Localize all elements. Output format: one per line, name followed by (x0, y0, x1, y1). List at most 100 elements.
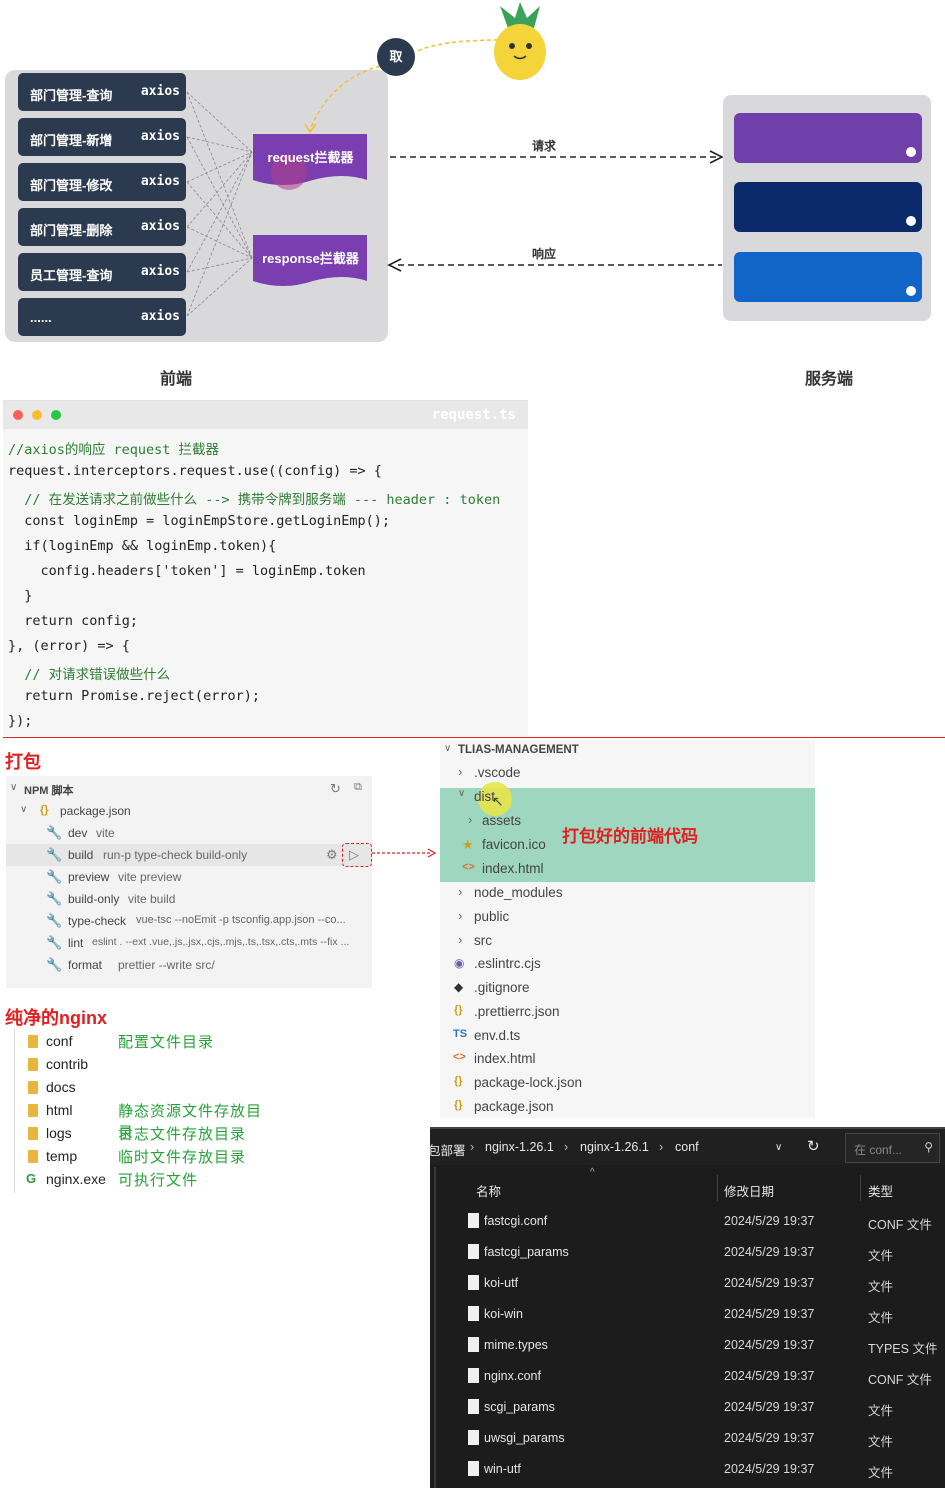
code-line: return Promise.reject(error); (8, 688, 260, 704)
folder-icon (28, 1104, 38, 1117)
file-icon (468, 1461, 479, 1476)
file-row[interactable]: fastcgi_params 2024/5/29 19:37 文件 (430, 1237, 945, 1268)
code-titlebar: request.ts (3, 401, 528, 429)
wrench-icon: 🔧 (46, 913, 63, 928)
tree-item[interactable]: › src (440, 929, 815, 953)
nginx-item[interactable]: temp 临时文件存放目录 (14, 1145, 276, 1167)
frontend-caption: 前端 (160, 371, 193, 388)
tree-item[interactable]: ◆ .gitignore (440, 976, 815, 1000)
npm-script-row[interactable]: 🔧 build-only vite build (6, 888, 372, 910)
code-line: return config; (8, 613, 139, 629)
npm-package-row[interactable]: ∨ {} package.json (6, 800, 372, 822)
nginx-item[interactable]: contrib (14, 1053, 276, 1075)
tree-item[interactable]: {} .prettierrc.json (440, 1000, 815, 1024)
nginx-item[interactable]: docs (14, 1076, 276, 1098)
npm-script-row[interactable]: 🔧 preview vite preview (6, 866, 372, 888)
code-line: //axios的响应 request 拦截器 (8, 442, 220, 458)
wrench-icon: 🔧 (46, 847, 63, 862)
file-row[interactable]: nginx.conf 2024/5/29 19:37 CONF 文件 (430, 1361, 945, 1392)
nginx-item[interactable]: logs 日志文件存放目录 (14, 1122, 276, 1144)
file-row[interactable]: koi-utf 2024/5/29 19:37 文件 (430, 1268, 945, 1299)
code-line: // 对请求错误做些什么 (8, 667, 171, 683)
frontend-row: 部门管理-新增 axios (18, 118, 186, 156)
tree-item[interactable]: › public (440, 905, 815, 929)
frontend-row: 部门管理-修改 axios (18, 163, 186, 201)
file-icon (468, 1337, 479, 1352)
breadcrumb-item[interactable]: conf (675, 1140, 699, 1154)
refresh-icon[interactable]: ↻ (807, 1137, 820, 1155)
server-bar (734, 252, 922, 302)
take-token-badge: 取 (377, 38, 415, 76)
refresh-icon[interactable]: ↻ (330, 781, 341, 797)
response-interceptor: response拦截器 (253, 235, 368, 291)
npm-header[interactable]: ∨ NPM 脚本 ↻ ⧉ (6, 778, 372, 800)
file-row[interactable]: fastcgi.conf 2024/5/29 19:37 CONF 文件 (430, 1206, 945, 1237)
npm-script-row[interactable]: 🔧 build run-p type-check build-only ⚙ ▷ (6, 843, 372, 867)
nginx-title: 纯净的nginx (5, 1008, 107, 1028)
code-line: const loginEmp = loginEmpStore.getLoginE… (8, 513, 391, 529)
tree-item[interactable]: {} package-lock.json (440, 1071, 815, 1095)
npm-script-row[interactable]: 🔧 dev vite (6, 822, 372, 844)
json-icon: {} (454, 1004, 463, 1016)
file-icon (468, 1306, 479, 1321)
tree-item[interactable]: <> index.html (440, 857, 815, 881)
tree-item[interactable]: TS env.d.ts (440, 1024, 815, 1048)
breadcrumb-item[interactable]: 包部署 (428, 1140, 466, 1159)
npm-script-row[interactable]: 🔧 type-check vue-tsc --noEmit -p tsconfi… (6, 910, 372, 932)
close-dot-icon (13, 410, 23, 420)
column-name[interactable]: 名称 (476, 1181, 501, 1200)
frontend-row: 部门管理-删除 axios (18, 208, 186, 246)
server-bar (734, 182, 922, 232)
star-icon: ★ (462, 837, 474, 852)
tree-item[interactable]: <> index.html (440, 1047, 815, 1071)
tree-item[interactable]: {} package.json (440, 1095, 815, 1119)
request-arrow-label: 请求 (532, 139, 557, 153)
cursor-icon: ↖ (492, 793, 504, 809)
breadcrumb-item[interactable]: nginx-1.26.1 (485, 1140, 554, 1154)
sort-up-icon: ^ (590, 1167, 595, 1178)
file-icon (468, 1275, 479, 1290)
tree-item[interactable]: › node_modules (440, 881, 815, 905)
tree-item[interactable]: ∨ dist ↖ (440, 782, 815, 816)
breadcrumb-item[interactable]: nginx-1.26.1 (580, 1140, 649, 1154)
collapse-all-icon[interactable]: ⧉ (354, 781, 362, 794)
column-date[interactable]: 修改日期 (724, 1181, 774, 1200)
search-box[interactable]: 在 conf... ⚲ (845, 1133, 940, 1163)
response-arrow-label: 响应 (532, 247, 557, 261)
html-icon: <> (453, 1051, 466, 1063)
project-explorer: ∨ TLIAS-MANAGEMENT › .vscode ∨ dist ↖ › ass… (440, 740, 815, 1118)
code-line: if(loginEmp && loginEmp.token){ (8, 538, 277, 554)
server-bar (734, 113, 922, 163)
file-icon (468, 1399, 479, 1414)
file-row[interactable]: koi-win 2024/5/29 19:37 文件 (430, 1299, 945, 1330)
debug-icon[interactable]: ⚙ (326, 847, 338, 863)
folder-icon (28, 1127, 38, 1140)
nginx-item[interactable]: Gnginx.exe 可执行文件 (14, 1168, 276, 1190)
file-row[interactable]: win-utf 2024/5/29 19:37 文件 (430, 1454, 945, 1485)
interceptor-diagram: 取 部门管理-查询 axios 部门管理-新增 axios 部门管理-修改 axios… (0, 0, 945, 395)
npm-script-row[interactable]: 🔧 lint eslint . --ext .vue,.js,.jsx,.cjs… (6, 932, 372, 954)
minimize-dot-icon (32, 410, 42, 420)
file-row[interactable]: mime.types 2024/5/29 19:37 TYPES 文件 (430, 1330, 945, 1361)
typescript-icon: TS (453, 1028, 468, 1040)
chevron-right-icon: › (659, 1140, 664, 1154)
nginx-item[interactable]: conf 配置文件目录 (14, 1030, 276, 1052)
chevron-down-icon[interactable]: ∨ (775, 1142, 782, 1153)
run-script-icon[interactable]: ▷ (349, 847, 359, 863)
code-card: request.ts //axios的响应 request 拦截器 reques… (3, 400, 528, 736)
address-bar: 包部署 › nginx-1.26.1 › nginx-1.26.1 › conf… (428, 1127, 945, 1165)
file-icon (468, 1430, 479, 1445)
server-caption: 服务端 (805, 371, 854, 388)
search-placeholder: 在 conf... (854, 1143, 903, 1157)
pack-title: 打包 (5, 752, 41, 772)
git-icon: ◆ (454, 980, 464, 994)
wrench-icon: 🔧 (46, 935, 63, 950)
npm-scripts-panel: ∨ NPM 脚本 ↻ ⧉ ∨ {} package.json 🔧 dev vit… (6, 776, 372, 988)
nginx-item[interactable]: html 静态资源文件存放目录 (14, 1099, 276, 1141)
file-row[interactable]: uwsgi_params 2024/5/29 19:37 文件 (430, 1423, 945, 1454)
npm-script-row[interactable]: 🔧 format prettier --write src/ (6, 954, 372, 976)
file-row[interactable]: scgi_params 2024/5/29 19:37 文件 (430, 1392, 945, 1423)
code-line: }, (error) => { (8, 638, 130, 654)
tree-item[interactable]: ◉ .eslintrc.cjs (440, 952, 815, 976)
column-type[interactable]: 类型 (868, 1181, 893, 1200)
